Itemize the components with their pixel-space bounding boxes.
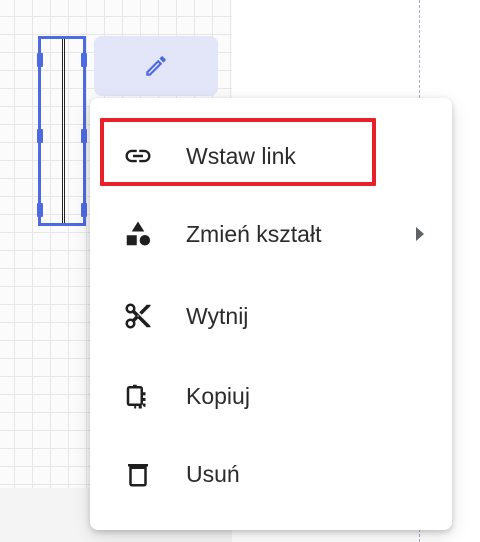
- resize-handle-bottom-right[interactable]: [81, 203, 87, 217]
- menu-item-label: Zmień kształt: [186, 221, 322, 247]
- link-icon: [122, 140, 154, 172]
- menu-item-insert-link[interactable]: Wstaw link: [90, 126, 452, 186]
- pencil-icon: [143, 53, 169, 79]
- resize-handle-middle-left[interactable]: [37, 129, 43, 143]
- copy-icon: [122, 380, 154, 412]
- submenu-arrow-icon: [416, 227, 424, 241]
- menu-item-copy[interactable]: Kopiuj: [90, 366, 452, 426]
- menu-item-label: Usuń: [186, 461, 240, 487]
- menu-item-cut[interactable]: Wytnij: [90, 286, 452, 346]
- shape-outline: [62, 39, 65, 223]
- resize-handle-top-left[interactable]: [37, 53, 43, 67]
- menu-item-label: Wytnij: [186, 303, 249, 329]
- scissors-icon: [122, 300, 154, 332]
- selected-shape[interactable]: [37, 36, 87, 226]
- menu-item-delete[interactable]: Usuń: [90, 444, 452, 504]
- resize-handle-bottom-left[interactable]: [37, 203, 43, 217]
- resize-handle-top-right[interactable]: [81, 53, 87, 67]
- shapes-icon: [122, 218, 154, 250]
- context-menu: Wstaw link Zmień kształt Wytnij Kopiuj U…: [90, 98, 452, 530]
- menu-item-change-shape[interactable]: Zmień kształt: [90, 204, 452, 264]
- trash-icon: [122, 458, 154, 490]
- edit-button[interactable]: [94, 36, 218, 96]
- menu-item-label: Wstaw link: [186, 143, 296, 169]
- resize-handle-middle-right[interactable]: [81, 129, 87, 143]
- menu-item-label: Kopiuj: [186, 383, 250, 409]
